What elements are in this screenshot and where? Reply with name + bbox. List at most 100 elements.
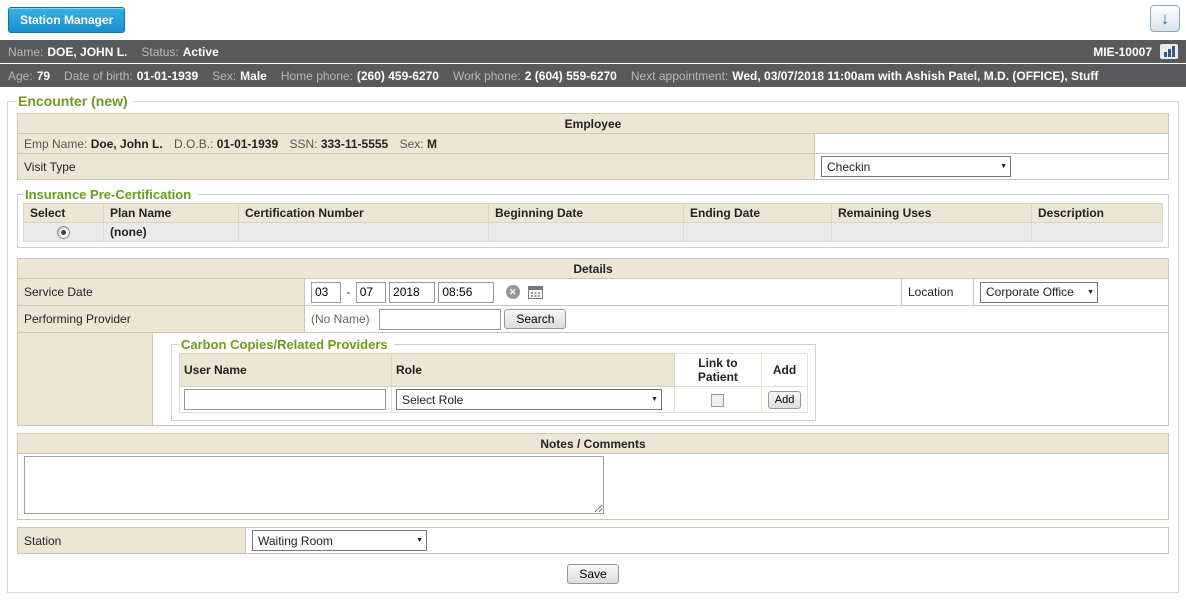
cc-role-select[interactable]: Select Role ▼ [396,389,662,410]
add-button[interactable]: Add [768,391,802,409]
performing-provider-cell: (No Name) Search [305,306,1169,333]
details-header: Details [18,259,1169,279]
emp-ssn-label: SSN: [289,137,317,151]
chevron-down-icon: ▼ [416,537,423,544]
location-value: Corporate Office [986,285,1074,299]
dob-label: Date of birth: [64,69,133,83]
insurance-section: Insurance Pre-Certification Select Plan … [17,187,1169,248]
bar-chart-icon[interactable] [1160,44,1178,59]
cc-link-cell [674,387,761,413]
insurance-legend: Insurance Pre-Certification [23,187,197,202]
service-date-label: Service Date [18,279,305,306]
service-time-input[interactable] [438,282,494,303]
table-row: Service Date - ✕ Location [18,279,1169,306]
location-select[interactable]: Corporate Office ▼ [980,282,1098,303]
save-bar: Save [17,564,1169,584]
encounter-section: Encounter (new) Employee Emp Name: Doe, … [7,93,1179,593]
next-appt-label: Next appointment: [631,69,728,83]
home-phone-value: (260) 459-6270 [357,69,439,83]
table-row: Emp Name: Doe, John L. D.O.B.: 01-01-193… [18,134,1169,154]
table-row: Notes / Comments [18,434,1169,454]
station-cell: Waiting Room ▼ [246,528,1169,554]
emp-sex-value: M [427,137,437,151]
station-select[interactable]: Waiting Room ▼ [252,530,427,551]
cc-role-value: Select Role [402,393,463,407]
location-label: Location [902,279,974,306]
service-date-month-input[interactable] [311,282,341,303]
clear-date-icon[interactable]: ✕ [506,285,520,299]
download-button[interactable]: ↓ [1150,5,1180,32]
link-to-patient-checkbox[interactable] [711,394,724,407]
employee-info-spacer [815,134,1169,154]
col-description: Description [1032,204,1163,223]
station-label: Station [18,528,246,554]
home-phone-label: Home phone: [281,69,353,83]
station-table: Station Waiting Room ▼ [17,527,1169,554]
station-manager-button[interactable]: Station Manager [8,7,125,33]
provider-input[interactable] [379,309,501,330]
table-row: (none) [24,223,1163,242]
employee-info: Emp Name: Doe, John L. D.O.B.: 01-01-193… [18,134,815,154]
table-header-row: Select Plan Name Certification Number Be… [24,204,1163,223]
col-select: Select [24,204,104,223]
col-beginning-date: Beginning Date [489,204,684,223]
table-row: Carbon Copies/Related Providers User Nam… [18,333,1169,426]
plan-name-value: (none) [104,223,239,242]
carbon-copies-cell: Carbon Copies/Related Providers User Nam… [153,333,1169,426]
cell-empty [1032,223,1163,242]
insurance-radio[interactable] [57,226,70,239]
emp-dob-value: 01-01-1939 [217,137,278,151]
patient-bar: Name: DOE, JOHN L. Status: Active MIE-10… [0,40,1186,63]
table-row: Visit Type Checkin ▼ [18,154,1169,180]
table-header-row: User Name Role Link to Patient Add [180,354,808,387]
save-button[interactable]: Save [567,564,618,584]
top-bar: Station Manager ↓ [0,0,1186,40]
emp-name-value: Doe, John L. [91,137,163,151]
col-role: Role [391,354,674,387]
carbon-copies-section: Carbon Copies/Related Providers User Nam… [171,337,816,421]
col-user-name: User Name [180,354,392,387]
emp-name-label: Emp Name: [24,137,87,151]
notes-textarea[interactable] [24,456,604,514]
col-ending-date: Ending Date [684,204,832,223]
chevron-down-icon: ▼ [651,396,658,403]
status-label: Status: [141,45,178,59]
cell-empty [684,223,832,242]
dob-value: 01-01-1939 [137,69,198,83]
chevron-down-icon: ▼ [1000,163,1007,170]
work-phone-value: 2 (604) 559-6270 [525,69,617,83]
notes-body [18,454,1169,520]
age-value: 79 [37,69,50,83]
table-row: Details [18,259,1169,279]
performing-provider-label: Performing Provider [18,306,305,333]
details-spacer-cell [18,333,153,426]
notes-header: Notes / Comments [18,434,1169,454]
calendar-icon[interactable] [528,285,543,299]
search-button[interactable]: Search [504,309,566,329]
provider-hint: (No Name) [311,312,370,326]
emp-dob-label: D.O.B.: [174,137,213,151]
location-cell: Corporate Office ▼ [974,279,1169,306]
chevron-down-icon: ▼ [1087,289,1094,296]
table-row [18,454,1169,520]
table-row: Select Role ▼ Add [180,387,808,413]
demographics-bar: Age: 79 Date of birth: 01-01-1939 Sex: M… [0,64,1186,87]
visit-type-select[interactable]: Checkin ▼ [821,156,1011,177]
table-row: Performing Provider (No Name) Search [18,306,1169,333]
cell-empty [239,223,489,242]
service-date-year-input[interactable] [389,282,435,303]
carbon-copies-legend: Carbon Copies/Related Providers [179,337,394,352]
date-separator: - [346,285,350,299]
service-date-day-input[interactable] [356,282,386,303]
col-cert-number: Certification Number [239,204,489,223]
notes-table: Notes / Comments [17,433,1169,520]
employee-header: Employee [18,114,1169,134]
employee-table: Employee Emp Name: Doe, John L. D.O.B.: … [17,113,1169,180]
cc-username-input[interactable] [184,389,386,410]
cc-username-cell [180,387,392,413]
carbon-copies-table: User Name Role Link to Patient Add [179,353,808,413]
visit-type-label: Visit Type [18,154,815,180]
col-remaining-uses: Remaining Uses [832,204,1032,223]
emp-sex-label: Sex: [400,137,424,151]
main-content: Encounter (new) Employee Emp Name: Doe, … [0,87,1186,593]
